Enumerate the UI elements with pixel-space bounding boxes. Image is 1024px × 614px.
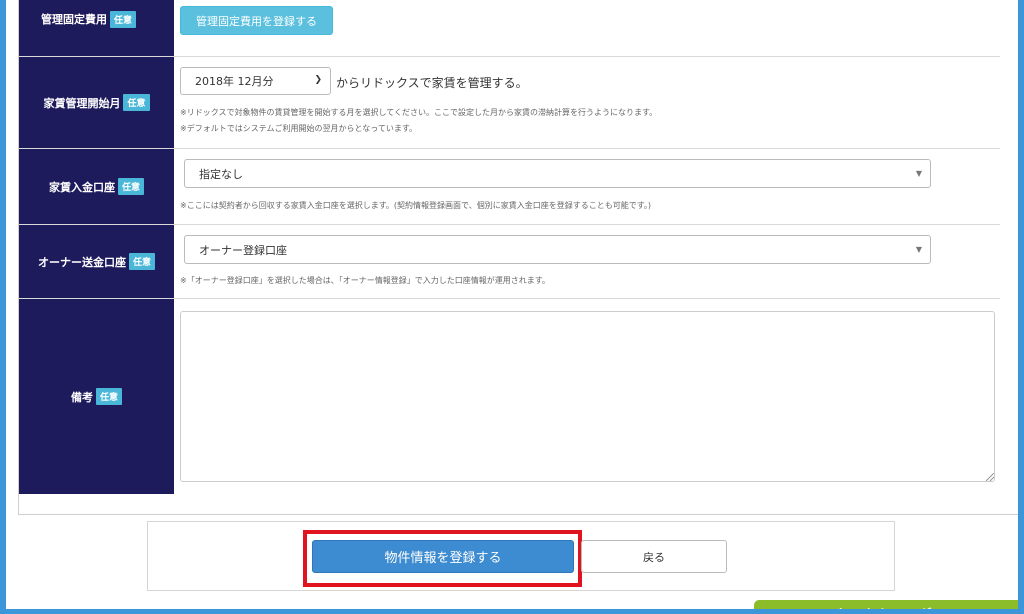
- row-content: 2018年 12月分 ❯ からリドックスで家賃を管理する。 ※リドックスで対象物…: [174, 57, 1000, 148]
- start-month-note-2: ※デフォルトではシステムご利用開始の翌月からとなっています。: [180, 124, 418, 133]
- owner-remit-account-value: オーナー登録口座: [199, 243, 287, 257]
- row-content: 指定なし ▼ ※ここには契約者から回収する家賃入金口座を選択します。(契約情報登…: [174, 149, 1000, 224]
- caret-down-icon: ▼: [915, 245, 922, 254]
- caret-down-icon: ▼: [915, 169, 922, 178]
- register-property-button[interactable]: 物件情報を登録する: [312, 540, 574, 573]
- row-owner-remit-account: オーナー送金口座 任意 オーナー登録口座 ▼ ※「オーナー登録口座」を選択した場…: [19, 224, 1000, 298]
- optional-badge: 任意: [110, 11, 137, 28]
- row-label: オーナー送金口座 任意: [19, 225, 174, 298]
- start-month-note-1: ※リドックスで対象物件の賃貸管理を開始する月を選択してください。ここで設定した月…: [180, 108, 658, 117]
- row-mgmt-fixed-cost: 管理固定費用 任意 管理固定費用を登録する: [19, 0, 1000, 56]
- start-month-select[interactable]: 2018年 12月分 ❯: [180, 67, 331, 95]
- optional-badge: 任意: [128, 253, 155, 270]
- row-rent-start-month: 家賃管理開始月 任意 2018年 12月分 ❯ からリドックスで家賃を管理する。…: [19, 56, 1000, 148]
- register-mgmt-fixed-cost-button[interactable]: 管理固定費用を登録する: [180, 6, 333, 35]
- optional-badge: 任意: [123, 94, 150, 111]
- row-label: 家賃入金口座 任意: [19, 149, 174, 224]
- property-form-panel: 管理固定費用 任意 管理固定費用を登録する 家賃管理開始月 任意 2018年 1…: [18, 0, 1018, 515]
- optional-badge: 任意: [95, 388, 122, 405]
- row-content: オーナー登録口座 ▼ ※「オーナー登録口座」を選択した場合は、「オーナー情報登録…: [174, 225, 1000, 298]
- label-text: オーナー送金口座: [37, 255, 126, 269]
- rent-deposit-account-select[interactable]: 指定なし ▼: [184, 159, 931, 188]
- label-text: 家賃入金口座: [48, 180, 115, 194]
- row-label: 家賃管理開始月 任意: [19, 57, 174, 148]
- row-content: 管理固定費用を登録する: [174, 0, 1000, 56]
- start-month-value: 2018年 12月分: [195, 75, 274, 88]
- task-calendar-tab[interactable]: タスクカレンダー: [754, 600, 1018, 609]
- rent-deposit-account-note: ※ここには契約者から回収する家賃入金口座を選択します。(契約情報登録画面で、個別…: [180, 201, 652, 210]
- chevron-down-icon: ❯: [314, 75, 322, 85]
- owner-remit-account-note: ※「オーナー登録口座」を選択した場合は、「オーナー情報登録」で入力した口座情報が…: [180, 276, 550, 285]
- row-rent-deposit-account: 家賃入金口座 任意 指定なし ▼ ※ここには契約者から回収する家賃入金口座を選択…: [19, 148, 1000, 224]
- row-label: 管理固定費用 任意: [19, 0, 174, 56]
- resize-handle-icon[interactable]: [986, 473, 994, 481]
- row-label: 備考 任意: [19, 299, 174, 494]
- remarks-textarea[interactable]: [180, 311, 995, 482]
- label-text: 備考: [70, 390, 93, 404]
- start-month-suffix: からリドックスで家賃を管理する。: [336, 76, 528, 90]
- app-frame: 管理固定費用 任意 管理固定費用を登録する 家賃管理開始月 任意 2018年 1…: [0, 0, 1024, 614]
- row-remarks: 備考 任意: [19, 298, 1000, 494]
- label-text: 家賃管理開始月: [43, 96, 121, 110]
- optional-badge: 任意: [117, 178, 144, 195]
- rent-deposit-account-value: 指定なし: [199, 167, 243, 181]
- owner-remit-account-select[interactable]: オーナー登録口座 ▼: [184, 235, 931, 264]
- label-text: 管理固定費用: [41, 13, 107, 26]
- back-button[interactable]: 戻る: [581, 540, 727, 573]
- row-content: [174, 299, 1000, 494]
